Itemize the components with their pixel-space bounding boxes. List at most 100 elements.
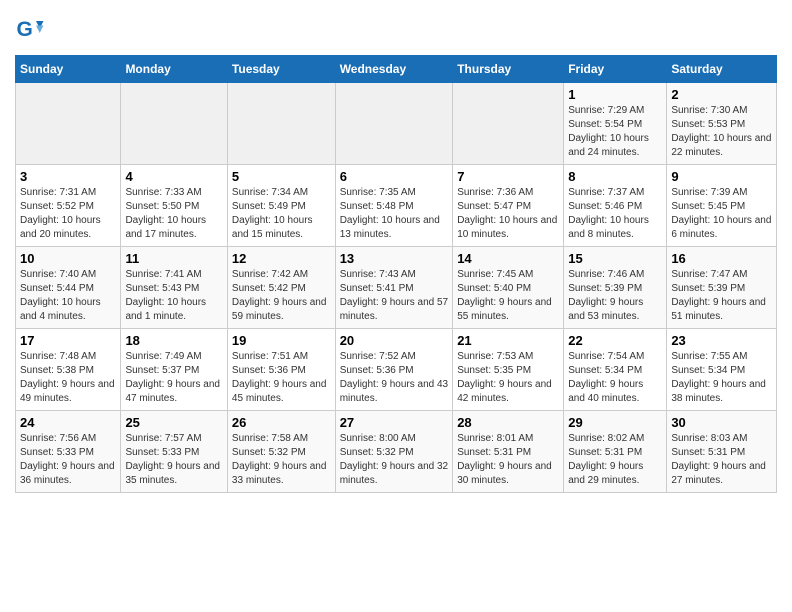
calendar-day-cell: 5 Sunrise: 7:34 AM Sunset: 5:49 PM Dayli… — [227, 165, 335, 247]
day-number: 19 — [232, 333, 331, 348]
day-info: Sunrise: 7:49 AM Sunset: 5:37 PM Dayligh… — [125, 350, 222, 406]
calendar-day-cell: 16 Sunrise: 7:47 AM Sunset: 5:39 PM Dayl… — [667, 247, 777, 329]
day-number: 24 — [20, 415, 116, 430]
day-number: 3 — [20, 169, 116, 184]
weekday-header: Tuesday — [227, 56, 335, 83]
calendar-day-cell — [453, 83, 564, 165]
day-info: Sunrise: 7:33 AM Sunset: 5:50 PM Dayligh… — [125, 186, 222, 242]
calendar-day-cell — [335, 83, 453, 165]
svg-text:G: G — [17, 18, 33, 41]
calendar-day-cell: 24 Sunrise: 7:56 AM Sunset: 5:33 PM Dayl… — [16, 411, 121, 493]
day-number: 18 — [125, 333, 222, 348]
calendar-table: SundayMondayTuesdayWednesdayThursdayFrid… — [15, 55, 777, 493]
day-info: Sunrise: 7:45 AM Sunset: 5:40 PM Dayligh… — [457, 268, 559, 324]
calendar-day-cell — [16, 83, 121, 165]
day-info: Sunrise: 7:52 AM Sunset: 5:36 PM Dayligh… — [340, 350, 449, 406]
calendar-day-cell: 15 Sunrise: 7:46 AM Sunset: 5:39 PM Dayl… — [564, 247, 667, 329]
day-info: Sunrise: 7:34 AM Sunset: 5:49 PM Dayligh… — [232, 186, 331, 242]
calendar-day-cell: 25 Sunrise: 7:57 AM Sunset: 5:33 PM Dayl… — [121, 411, 227, 493]
day-number: 5 — [232, 169, 331, 184]
day-info: Sunrise: 7:31 AM Sunset: 5:52 PM Dayligh… — [20, 186, 116, 242]
day-number: 16 — [671, 251, 772, 266]
day-info: Sunrise: 8:01 AM Sunset: 5:31 PM Dayligh… — [457, 432, 559, 488]
day-number: 26 — [232, 415, 331, 430]
weekday-header: Friday — [564, 56, 667, 83]
calendar-day-cell: 26 Sunrise: 7:58 AM Sunset: 5:32 PM Dayl… — [227, 411, 335, 493]
day-number: 13 — [340, 251, 449, 266]
calendar-day-cell: 4 Sunrise: 7:33 AM Sunset: 5:50 PM Dayli… — [121, 165, 227, 247]
day-info: Sunrise: 7:39 AM Sunset: 5:45 PM Dayligh… — [671, 186, 772, 242]
day-number: 30 — [671, 415, 772, 430]
day-info: Sunrise: 7:48 AM Sunset: 5:38 PM Dayligh… — [20, 350, 116, 406]
day-info: Sunrise: 7:54 AM Sunset: 5:34 PM Dayligh… — [568, 350, 662, 406]
day-info: Sunrise: 8:02 AM Sunset: 5:31 PM Dayligh… — [568, 432, 662, 488]
day-number: 2 — [671, 87, 772, 102]
day-number: 15 — [568, 251, 662, 266]
day-number: 11 — [125, 251, 222, 266]
day-info: Sunrise: 7:41 AM Sunset: 5:43 PM Dayligh… — [125, 268, 222, 324]
calendar-day-cell: 19 Sunrise: 7:51 AM Sunset: 5:36 PM Dayl… — [227, 329, 335, 411]
calendar-day-cell: 7 Sunrise: 7:36 AM Sunset: 5:47 PM Dayli… — [453, 165, 564, 247]
day-number: 7 — [457, 169, 559, 184]
day-info: Sunrise: 7:56 AM Sunset: 5:33 PM Dayligh… — [20, 432, 116, 488]
day-info: Sunrise: 7:47 AM Sunset: 5:39 PM Dayligh… — [671, 268, 772, 324]
day-info: Sunrise: 7:43 AM Sunset: 5:41 PM Dayligh… — [340, 268, 449, 324]
calendar-day-cell: 11 Sunrise: 7:41 AM Sunset: 5:43 PM Dayl… — [121, 247, 227, 329]
weekday-header: Thursday — [453, 56, 564, 83]
calendar-day-cell: 29 Sunrise: 8:02 AM Sunset: 5:31 PM Dayl… — [564, 411, 667, 493]
calendar-week-row: 1 Sunrise: 7:29 AM Sunset: 5:54 PM Dayli… — [16, 83, 777, 165]
calendar-day-cell — [121, 83, 227, 165]
day-info: Sunrise: 7:35 AM Sunset: 5:48 PM Dayligh… — [340, 186, 449, 242]
calendar-day-cell — [227, 83, 335, 165]
calendar-day-cell: 18 Sunrise: 7:49 AM Sunset: 5:37 PM Dayl… — [121, 329, 227, 411]
day-info: Sunrise: 7:40 AM Sunset: 5:44 PM Dayligh… — [20, 268, 116, 324]
day-number: 28 — [457, 415, 559, 430]
day-number: 8 — [568, 169, 662, 184]
calendar-week-row: 17 Sunrise: 7:48 AM Sunset: 5:38 PM Dayl… — [16, 329, 777, 411]
day-info: Sunrise: 8:00 AM Sunset: 5:32 PM Dayligh… — [340, 432, 449, 488]
day-info: Sunrise: 8:03 AM Sunset: 5:31 PM Dayligh… — [671, 432, 772, 488]
day-number: 22 — [568, 333, 662, 348]
day-info: Sunrise: 7:36 AM Sunset: 5:47 PM Dayligh… — [457, 186, 559, 242]
calendar-day-cell: 20 Sunrise: 7:52 AM Sunset: 5:36 PM Dayl… — [335, 329, 453, 411]
day-info: Sunrise: 7:30 AM Sunset: 5:53 PM Dayligh… — [671, 104, 772, 160]
calendar-day-cell: 23 Sunrise: 7:55 AM Sunset: 5:34 PM Dayl… — [667, 329, 777, 411]
calendar-day-cell: 17 Sunrise: 7:48 AM Sunset: 5:38 PM Dayl… — [16, 329, 121, 411]
logo: G — [15, 15, 47, 45]
calendar-day-cell: 8 Sunrise: 7:37 AM Sunset: 5:46 PM Dayli… — [564, 165, 667, 247]
day-number: 6 — [340, 169, 449, 184]
day-number: 9 — [671, 169, 772, 184]
calendar-week-row: 10 Sunrise: 7:40 AM Sunset: 5:44 PM Dayl… — [16, 247, 777, 329]
day-number: 27 — [340, 415, 449, 430]
day-number: 1 — [568, 87, 662, 102]
day-info: Sunrise: 7:58 AM Sunset: 5:32 PM Dayligh… — [232, 432, 331, 488]
day-info: Sunrise: 7:46 AM Sunset: 5:39 PM Dayligh… — [568, 268, 662, 324]
calendar-day-cell: 2 Sunrise: 7:30 AM Sunset: 5:53 PM Dayli… — [667, 83, 777, 165]
calendar-day-cell: 13 Sunrise: 7:43 AM Sunset: 5:41 PM Dayl… — [335, 247, 453, 329]
weekday-header: Wednesday — [335, 56, 453, 83]
weekday-header-row: SundayMondayTuesdayWednesdayThursdayFrid… — [16, 56, 777, 83]
day-info: Sunrise: 7:29 AM Sunset: 5:54 PM Dayligh… — [568, 104, 662, 160]
calendar-day-cell: 30 Sunrise: 8:03 AM Sunset: 5:31 PM Dayl… — [667, 411, 777, 493]
day-number: 14 — [457, 251, 559, 266]
calendar-day-cell: 6 Sunrise: 7:35 AM Sunset: 5:48 PM Dayli… — [335, 165, 453, 247]
day-number: 25 — [125, 415, 222, 430]
calendar-day-cell: 22 Sunrise: 7:54 AM Sunset: 5:34 PM Dayl… — [564, 329, 667, 411]
weekday-header: Sunday — [16, 56, 121, 83]
calendar-day-cell: 3 Sunrise: 7:31 AM Sunset: 5:52 PM Dayli… — [16, 165, 121, 247]
calendar-day-cell: 12 Sunrise: 7:42 AM Sunset: 5:42 PM Dayl… — [227, 247, 335, 329]
calendar-day-cell: 9 Sunrise: 7:39 AM Sunset: 5:45 PM Dayli… — [667, 165, 777, 247]
page-header: G — [15, 15, 777, 45]
calendar-week-row: 3 Sunrise: 7:31 AM Sunset: 5:52 PM Dayli… — [16, 165, 777, 247]
day-number: 21 — [457, 333, 559, 348]
calendar-day-cell: 28 Sunrise: 8:01 AM Sunset: 5:31 PM Dayl… — [453, 411, 564, 493]
day-number: 29 — [568, 415, 662, 430]
day-number: 4 — [125, 169, 222, 184]
day-info: Sunrise: 7:37 AM Sunset: 5:46 PM Dayligh… — [568, 186, 662, 242]
day-number: 10 — [20, 251, 116, 266]
calendar-day-cell: 1 Sunrise: 7:29 AM Sunset: 5:54 PM Dayli… — [564, 83, 667, 165]
calendar-week-row: 24 Sunrise: 7:56 AM Sunset: 5:33 PM Dayl… — [16, 411, 777, 493]
day-info: Sunrise: 7:57 AM Sunset: 5:33 PM Dayligh… — [125, 432, 222, 488]
calendar-day-cell: 14 Sunrise: 7:45 AM Sunset: 5:40 PM Dayl… — [453, 247, 564, 329]
day-number: 23 — [671, 333, 772, 348]
